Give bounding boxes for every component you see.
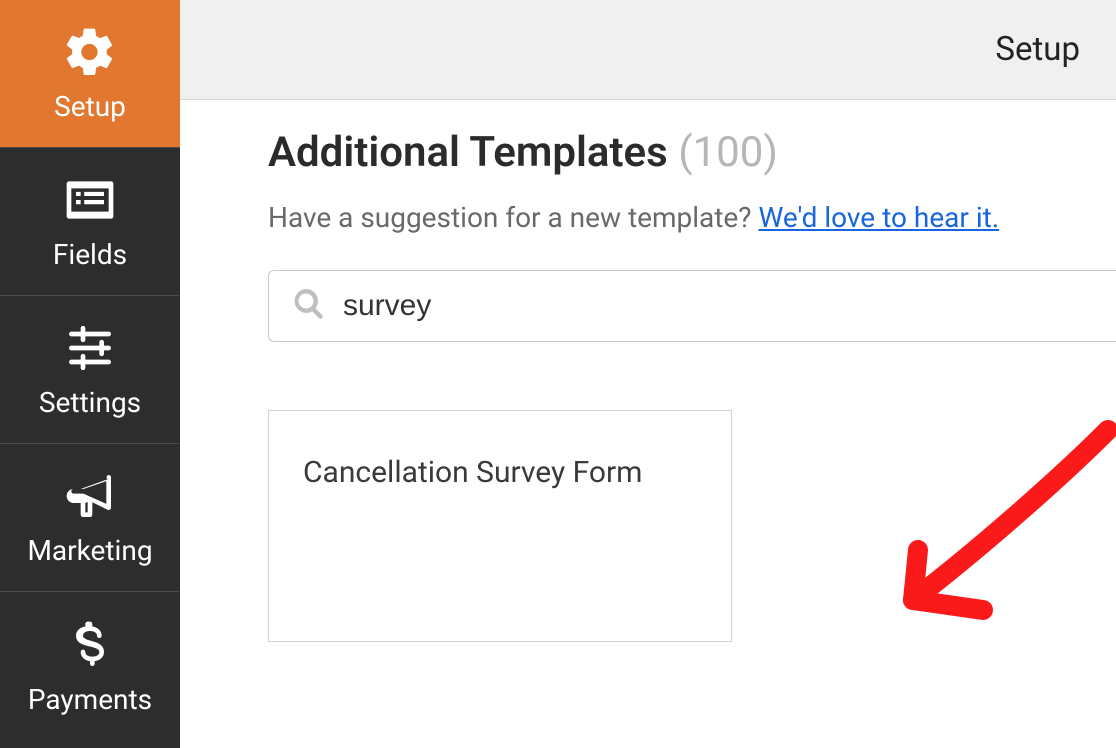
sliders-icon (62, 320, 118, 376)
main-panel: Setup Additional Templates (100) Have a … (180, 0, 1116, 748)
page-title: Additional Templates (100) (268, 128, 1116, 177)
sidebar-item-label: Setup (54, 90, 126, 123)
heading-count: (100) (678, 128, 778, 177)
sidebar-item-label: Marketing (27, 534, 152, 567)
suggestion-link[interactable]: We'd love to hear it. (758, 201, 999, 234)
sidebar-item-setup[interactable]: Setup (0, 0, 180, 148)
topbar-title: Setup (995, 30, 1080, 69)
template-card-cancellation-survey[interactable]: Cancellation Survey Form (268, 410, 732, 642)
template-card-title: Cancellation Survey Form (303, 453, 697, 494)
bullhorn-icon (62, 468, 118, 524)
sidebar-item-label: Fields (53, 238, 127, 271)
sidebar: Setup Fields Settings Marketing Payments (0, 0, 180, 748)
app-root: Setup Fields Settings Marketing Payments (0, 0, 1116, 748)
arrow-annotation (858, 400, 1116, 664)
sidebar-item-fields[interactable]: Fields (0, 148, 180, 296)
search-input[interactable] (343, 289, 1116, 323)
gear-icon (62, 24, 118, 80)
sidebar-item-payments[interactable]: Payments (0, 592, 180, 740)
template-search[interactable] (268, 270, 1116, 342)
sidebar-item-marketing[interactable]: Marketing (0, 444, 180, 592)
search-icon (291, 286, 327, 326)
content-area: Additional Templates (100) Have a sugges… (180, 100, 1116, 748)
sidebar-item-label: Payments (28, 683, 152, 716)
sidebar-item-settings[interactable]: Settings (0, 296, 180, 444)
suggestion-line: Have a suggestion for a new template? We… (268, 201, 1116, 234)
suggestion-text: Have a suggestion for a new template? (268, 201, 758, 234)
topbar: Setup (180, 0, 1116, 100)
heading-text: Additional Templates (268, 128, 668, 177)
dollar-icon (62, 617, 118, 673)
sidebar-item-label: Settings (39, 386, 141, 419)
list-icon (62, 172, 118, 228)
